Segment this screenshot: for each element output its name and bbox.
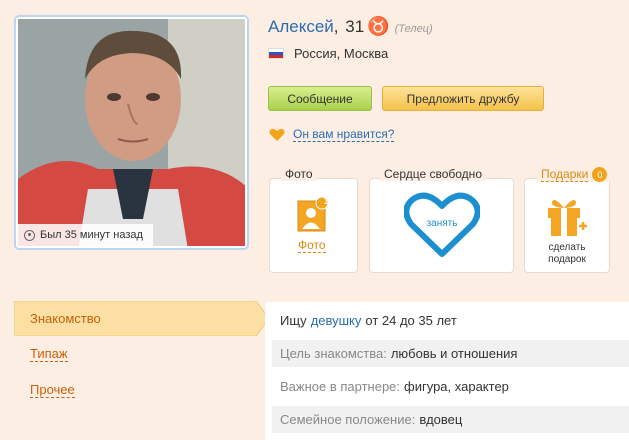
gifts-link[interactable]: Подарки bbox=[541, 167, 589, 182]
last-seen-text: Был 35 минут назад bbox=[40, 229, 143, 241]
tab-type[interactable]: Типаж bbox=[30, 346, 68, 362]
last-seen-status: Был 35 минут назад bbox=[18, 224, 153, 246]
goal-label: Цель знакомства: bbox=[280, 346, 387, 361]
tab-acquaintance-label: Знакомство bbox=[30, 311, 101, 326]
offer-friendship-button[interactable]: Предложить дружбу bbox=[382, 86, 544, 111]
make-gift-link[interactable]: сделать подарок bbox=[526, 242, 608, 266]
location: Россия, Москва bbox=[268, 46, 388, 61]
heart-box-title: Сердце свободно bbox=[380, 167, 486, 181]
gift-icon[interactable] bbox=[544, 194, 588, 238]
tab-other[interactable]: Прочее bbox=[30, 382, 75, 398]
important-row: Важное в партнере: фигура, характер bbox=[272, 373, 629, 400]
goal-value: любовь и отношения bbox=[390, 346, 518, 361]
heart-icon bbox=[269, 128, 285, 141]
goal-row: Цель знакомства: любовь и отношения bbox=[272, 340, 629, 367]
family-label: Семейное положение: bbox=[280, 412, 416, 427]
profile-header: Алексей, 31 ♉ (Телец) bbox=[268, 16, 433, 37]
photos-link[interactable]: Фото bbox=[298, 238, 326, 253]
avatar-image bbox=[18, 19, 245, 246]
send-message-button[interactable]: Сообщение bbox=[268, 86, 372, 111]
family-value: вдовец bbox=[419, 412, 463, 427]
important-label: Важное в партнере: bbox=[280, 379, 401, 394]
profile-photo[interactable]: Был 35 минут назад bbox=[14, 15, 249, 250]
avatar[interactable] bbox=[18, 19, 245, 246]
family-row: Семейное положение: вдовец bbox=[272, 406, 629, 433]
seeking-age-range: от 24 до 35 лет bbox=[365, 313, 457, 328]
profile-age: 31 bbox=[345, 17, 365, 36]
photo-box-title: Фото bbox=[281, 167, 317, 181]
gift-text-line2: подарок bbox=[548, 254, 586, 265]
photo-count-badge: 1 bbox=[323, 196, 329, 206]
gifts-box-title: Подарки 0 bbox=[537, 167, 612, 182]
taurus-icon: ♉ bbox=[367, 16, 390, 36]
seeking-gender-link[interactable]: девушку bbox=[311, 313, 362, 328]
name-comma: , bbox=[333, 17, 344, 36]
gifts-count-badge: 0 bbox=[592, 167, 608, 182]
important-value: фигура, характер bbox=[404, 379, 509, 394]
zodiac-name: (Телец) bbox=[394, 23, 433, 35]
profile-name[interactable]: Алексей bbox=[268, 17, 334, 37]
take-heart-link[interactable]: занять bbox=[404, 218, 480, 229]
location-text: Россия, Москва bbox=[294, 46, 389, 61]
gift-text-line1: сделать bbox=[548, 242, 586, 253]
seeking-prefix: Ищу bbox=[280, 313, 307, 328]
like-link[interactable]: Он вам нравится? bbox=[293, 127, 395, 142]
like-prompt[interactable]: Он вам нравится? bbox=[269, 127, 395, 142]
russia-flag-icon bbox=[268, 48, 284, 59]
seeking-row: Ищу девушку от 24 до 35 лет bbox=[272, 307, 629, 334]
clock-icon bbox=[24, 229, 35, 241]
